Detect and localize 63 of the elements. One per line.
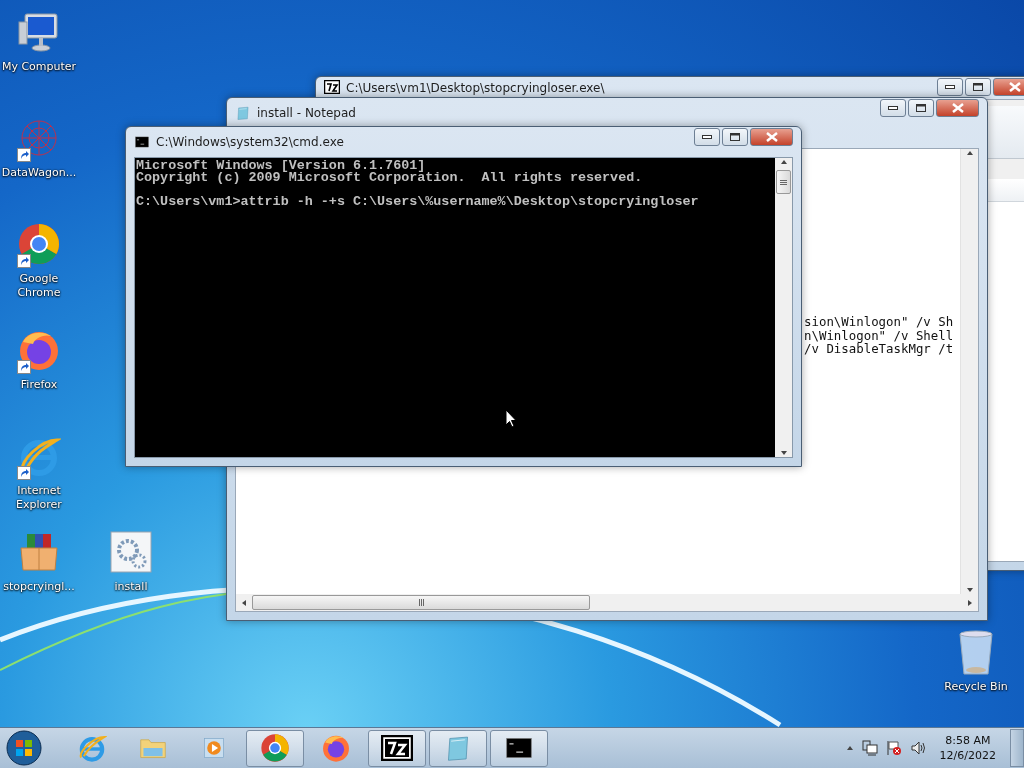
close-button[interactable] — [993, 78, 1024, 96]
7z-logo-icon — [324, 80, 340, 94]
desktop-icon[interactable]: Google Chrome — [0, 218, 78, 316]
window-title: C:\Users\vm1\Desktop\stopcryingloser.exe\ — [346, 81, 606, 95]
desktop-icon[interactable]: stopcryingl... — [0, 526, 78, 624]
scroll-grip-icon — [417, 599, 425, 606]
gears-document-icon — [109, 530, 153, 574]
firefox-icon — [321, 733, 351, 763]
close-button[interactable] — [936, 99, 979, 117]
scroll-down-icon[interactable] — [779, 449, 788, 457]
text-line: /v DisableTaskMgr /t — [804, 342, 954, 356]
command-prompt-icon — [134, 134, 150, 150]
start-button[interactable] — [4, 729, 44, 767]
console-area[interactable]: Microsoft Windows [Version 6.1.7601] Copyright (c) 2009 Microsoft Corporation. All rights reserved. C:\Users\vm1>attrib -h -+s C:\Users\%username%\Desktop\stopcryingloser — [135, 158, 775, 457]
show-hidden-icons-icon[interactable] — [845, 744, 854, 752]
clock[interactable]: 8:58 AM 12/6/2022 — [939, 733, 996, 763]
taskbar-button[interactable] — [490, 729, 548, 767]
maximize-button[interactable] — [722, 128, 748, 146]
minimize-icon — [888, 106, 898, 110]
maximize-button[interactable] — [965, 78, 991, 96]
computer-icon — [17, 10, 61, 54]
close-icon — [1008, 82, 1021, 92]
desktop-icon[interactable]: DataWagon... — [0, 112, 78, 210]
desktop-icon[interactable]: My Computer — [0, 6, 78, 104]
letter-e-globe-icon — [77, 733, 107, 763]
minimize-button[interactable] — [880, 99, 906, 117]
text-line: sion\Winlogon" /v Sh — [804, 315, 954, 329]
flag-with-error-icon[interactable] — [885, 740, 902, 756]
console-line: Microsoft Windows [Version 6.1.7601] — [136, 160, 426, 172]
mouse-cursor-icon — [505, 409, 517, 428]
text-line: n\Winlogon" /v Shell — [804, 328, 954, 342]
scroll-grip-icon — [780, 178, 787, 186]
speaker-icon[interactable] — [909, 740, 926, 756]
maximize-button[interactable] — [908, 99, 934, 117]
desktop-icon[interactable]: Internet Explorer — [0, 430, 78, 528]
recycle-bin-icon — [956, 630, 996, 676]
7z-logo-icon — [381, 735, 413, 761]
notepad-icon — [235, 105, 251, 121]
maximize-icon — [973, 83, 983, 91]
desktop-icon[interactable]: Firefox — [0, 324, 78, 422]
chrome-icon — [260, 733, 290, 763]
scrollbar-thumb[interactable] — [776, 170, 791, 194]
close-icon — [765, 132, 778, 142]
window-title: install - Notepad — [257, 106, 357, 120]
console-line: C:\Users\vm1>attrib -h -+s C:\Users\%username%\Desktop\stopcryingloser — [136, 196, 700, 208]
minimize-icon — [945, 85, 955, 89]
scroll-left-icon[interactable] — [240, 598, 248, 607]
desktop-icon[interactable]: Recycle Bin — [936, 630, 1016, 694]
window-title: C:\Windows\system32\cmd.exe — [156, 135, 345, 149]
scroll-up-icon[interactable] — [965, 149, 974, 157]
minimize-button[interactable] — [694, 128, 720, 146]
close-icon — [951, 103, 964, 113]
close-button[interactable] — [750, 128, 793, 146]
minimize-icon — [702, 135, 712, 139]
taskbar-button[interactable] — [368, 729, 426, 767]
console-line: Copyright (c) 2009 Microsoft Corporation. All rights reserved. — [136, 172, 644, 184]
maximize-icon — [730, 133, 740, 141]
chrome-icon — [17, 222, 61, 266]
scrollbar-thumb[interactable] — [252, 595, 590, 610]
minimize-button[interactable] — [937, 78, 963, 96]
maximize-icon — [916, 104, 926, 112]
network-icon[interactable] — [861, 740, 878, 756]
scroll-right-icon[interactable] — [966, 598, 974, 607]
